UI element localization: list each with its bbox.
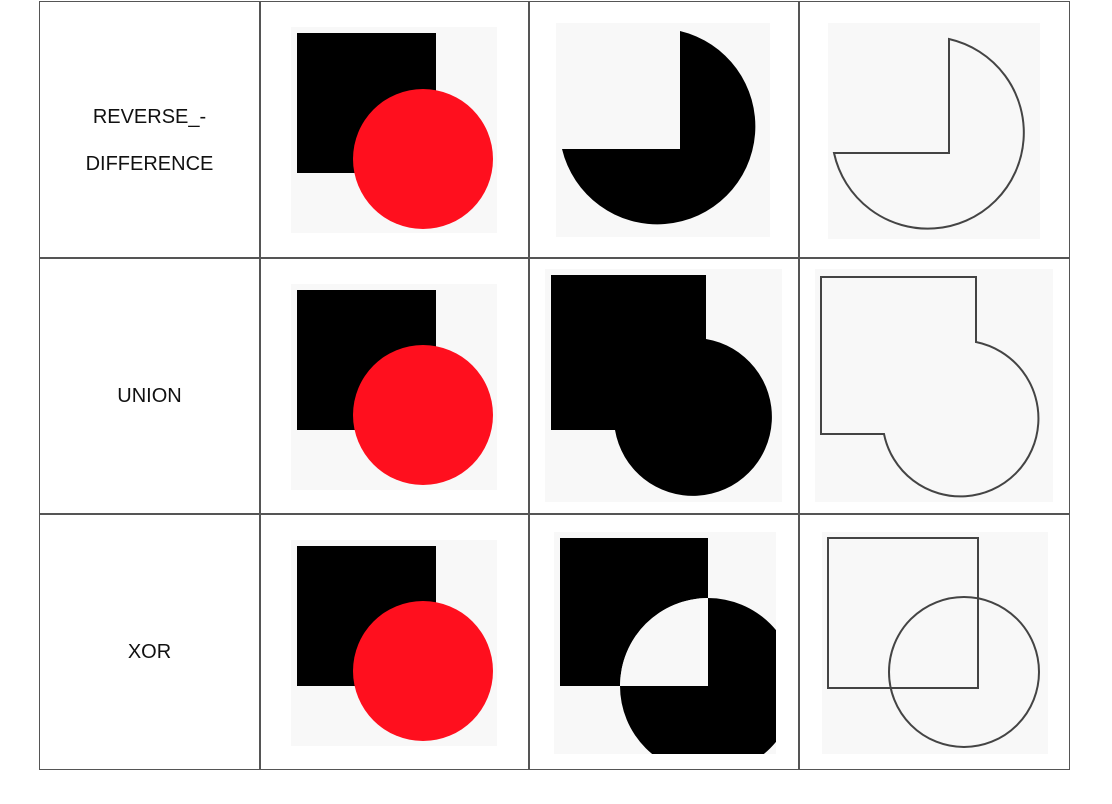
boolean-operations-table: REVERSE_- DIFFERENCE UNION XOR	[39, 1, 1070, 770]
row-divider	[40, 513, 1069, 515]
row-label: UNION	[117, 385, 182, 407]
column-divider	[259, 2, 261, 769]
row-label: XOR	[127, 641, 172, 663]
row-label-line1: REVERSE_-	[92, 106, 207, 128]
column-divider	[528, 2, 530, 769]
column-divider	[798, 2, 800, 769]
row-label-line2: DIFFERENCE	[85, 153, 214, 175]
row-divider	[40, 257, 1069, 259]
